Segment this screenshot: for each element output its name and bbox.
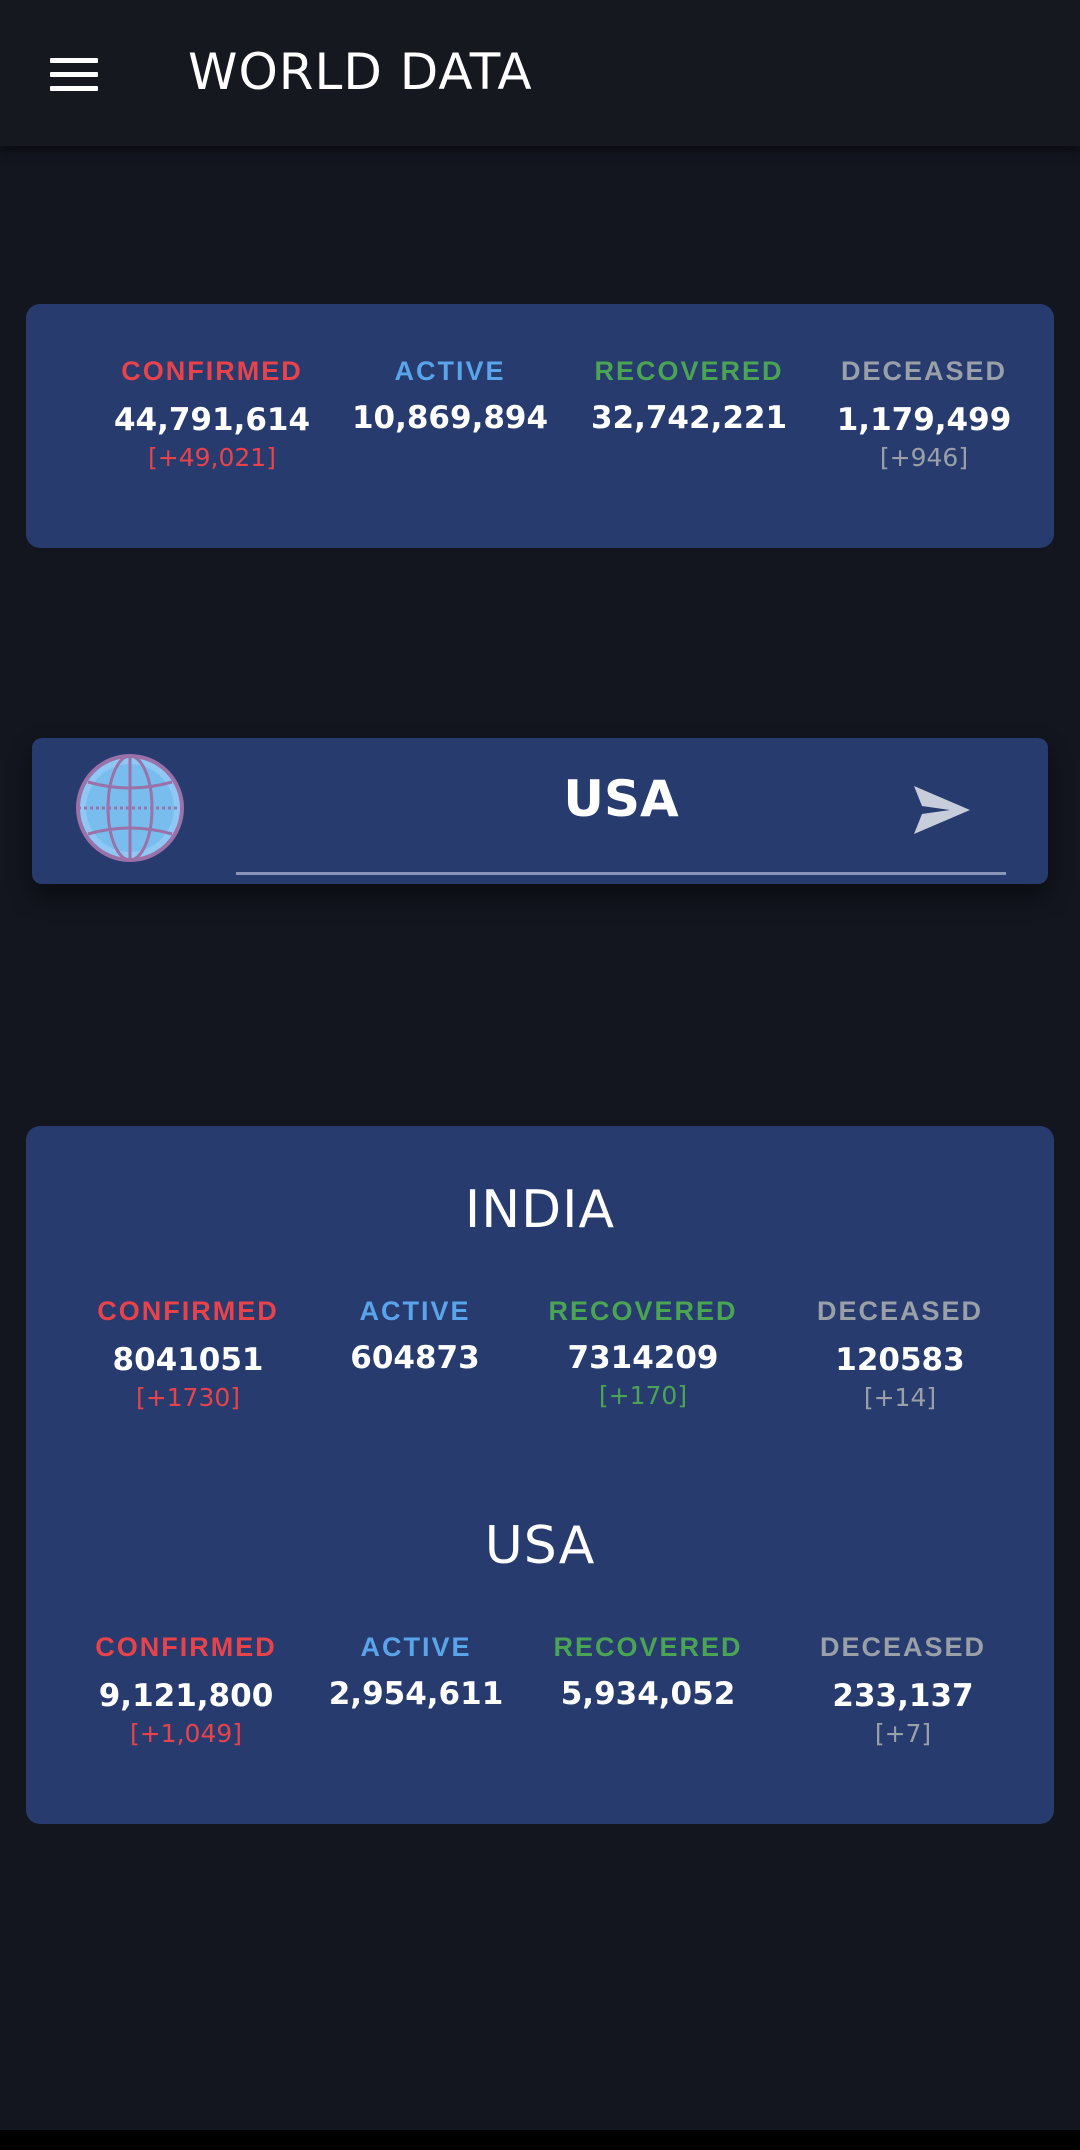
active-label: ACTIVE — [359, 1296, 471, 1326]
deceased-label: DECEASED — [819, 1632, 987, 1662]
confirmed-value: 8041051 — [112, 1342, 264, 1378]
deceased-value: 120583 — [835, 1342, 965, 1378]
country-title-india: INDIA — [464, 1180, 616, 1240]
india-deceased-stat: DECEASED 120583 [+14] — [780, 1294, 1020, 1414]
globe-icon — [76, 754, 184, 862]
confirmed-label: CONFIRMED — [95, 1632, 277, 1662]
app-bar: WORLD DATA — [0, 0, 1080, 146]
world-confirmed-stat: CONFIRMED 44,791,614 [+49,021] — [92, 354, 332, 474]
country-title-usa: USA — [484, 1516, 596, 1576]
confirmed-value: 44,791,614 — [113, 402, 311, 438]
usa-recovered-stat: RECOVERED 5,934,052 — [528, 1630, 768, 1714]
india-confirmed-stat: CONFIRMED 8041051 [+1730] — [68, 1294, 308, 1414]
confirmed-delta: [+1,049] — [129, 1719, 243, 1748]
active-value: 2,954,611 — [328, 1676, 504, 1712]
country-search-input[interactable] — [236, 768, 1006, 830]
recovered-value: 5,934,052 — [560, 1676, 736, 1712]
system-navigation-bar — [0, 2130, 1080, 2150]
deceased-label: DECEASED — [840, 356, 1008, 386]
confirmed-value: 9,121,800 — [98, 1678, 274, 1714]
world-deceased-stat: DECEASED 1,179,499 [+946] — [804, 354, 1044, 474]
recovered-label: RECOVERED — [553, 1632, 743, 1662]
recovered-label: RECOVERED — [548, 1296, 738, 1326]
send-icon[interactable] — [912, 784, 972, 836]
india-recovered-stat: RECOVERED 7314209 [+170] — [523, 1294, 763, 1412]
usa-deceased-stat: DECEASED 233,137 [+7] — [783, 1630, 1023, 1750]
recovered-label: RECOVERED — [594, 356, 784, 386]
recovered-value: 32,742,221 — [590, 400, 788, 436]
active-label: ACTIVE — [394, 356, 506, 386]
recovered-delta: [+170] — [598, 1381, 688, 1410]
active-value: 604873 — [350, 1340, 480, 1376]
deceased-delta: [+14] — [863, 1383, 937, 1412]
recovered-value: 7314209 — [567, 1340, 719, 1376]
deceased-delta: [+7] — [874, 1719, 932, 1748]
confirmed-label: CONFIRMED — [97, 1296, 279, 1326]
usa-confirmed-stat: CONFIRMED 9,121,800 [+1,049] — [66, 1630, 306, 1750]
usa-active-stat: ACTIVE 2,954,611 — [296, 1630, 536, 1714]
world-summary-card: CONFIRMED 44,791,614 [+49,021] ACTIVE 10… — [26, 304, 1054, 548]
active-value: 10,869,894 — [351, 400, 549, 436]
deceased-value: 233,137 — [832, 1678, 974, 1714]
active-label: ACTIVE — [360, 1632, 472, 1662]
india-active-stat: ACTIVE 604873 — [295, 1294, 535, 1378]
country-search-card — [32, 738, 1048, 884]
confirmed-label: CONFIRMED — [121, 356, 303, 386]
confirmed-delta: [+49,021] — [148, 443, 276, 472]
deceased-value: 1,179,499 — [836, 402, 1012, 438]
world-recovered-stat: RECOVERED 32,742,221 — [569, 354, 809, 438]
countries-card: INDIA CONFIRMED 8041051 [+1730] ACTIVE 6… — [26, 1126, 1054, 1824]
input-underline — [236, 872, 1006, 875]
app-title: WORLD DATA — [188, 43, 533, 101]
confirmed-delta: [+1730] — [135, 1383, 241, 1412]
world-active-stat: ACTIVE 10,869,894 — [330, 354, 570, 438]
hamburger-menu-icon[interactable] — [50, 58, 98, 92]
deceased-delta: [+946] — [879, 443, 969, 472]
deceased-label: DECEASED — [816, 1296, 984, 1326]
